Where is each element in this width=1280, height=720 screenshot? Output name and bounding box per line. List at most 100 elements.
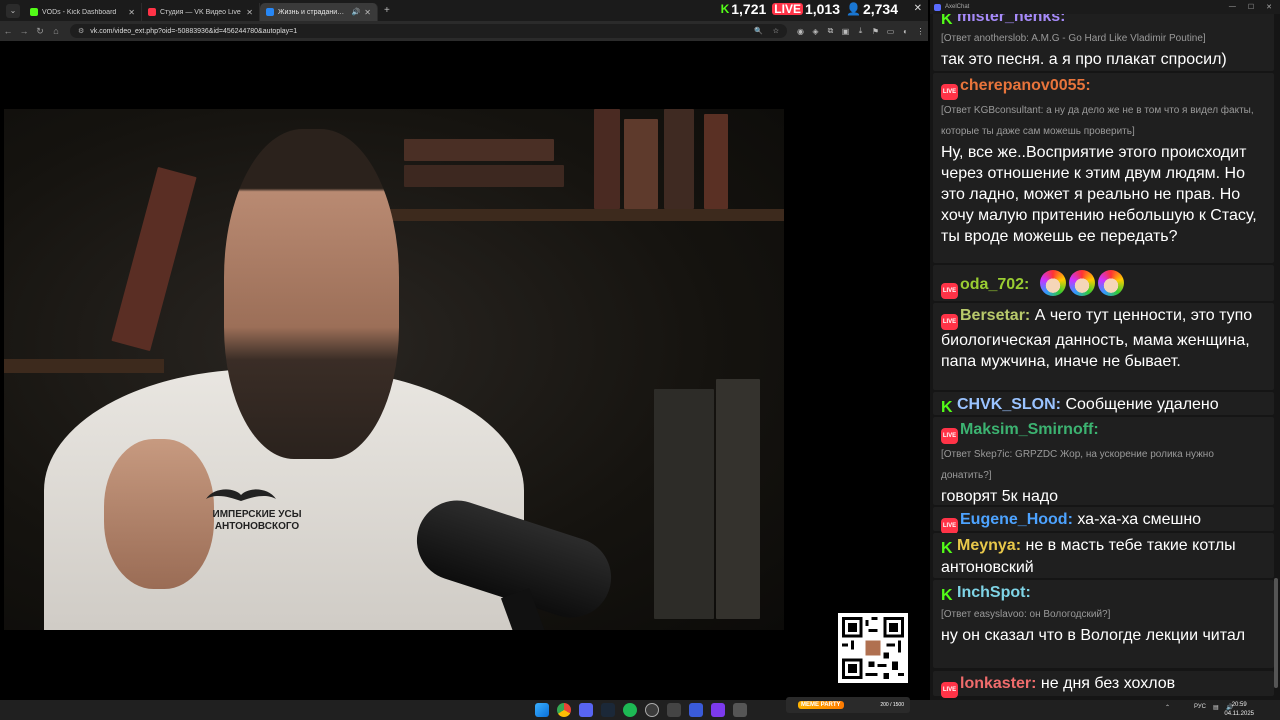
- discord-icon[interactable]: [579, 703, 593, 717]
- back-arrow-icon[interactable]: ←: [0, 26, 16, 36]
- kick-viewers-value: 1,721: [731, 0, 767, 17]
- chat-reply-quote: [Ответ Skep7ic: GRPZDC Жор, на ускорение…: [941, 449, 1214, 481]
- forward-arrow-icon[interactable]: →: [16, 26, 32, 36]
- chat-message: LIVE Maksim_Smirnoff: [Ответ Skep7ic: GRP…: [933, 417, 1274, 505]
- person-hand: [104, 439, 214, 589]
- speaker-icon[interactable]: 🔊: [352, 8, 361, 16]
- vk-viewers-value: 1,013: [804, 0, 840, 17]
- window-close-icon[interactable]: ✕: [914, 3, 922, 14]
- chat-message: LIVE cherepanov0055: [Ответ KGBconsultant…: [933, 73, 1274, 263]
- close-icon[interactable]: ✕: [1266, 3, 1272, 11]
- keyboard-language[interactable]: РУС: [1194, 704, 1206, 710]
- book: [404, 139, 554, 161]
- tab-search-button[interactable]: ⌄: [6, 3, 20, 18]
- sidebar-icon[interactable]: ▭: [883, 27, 898, 36]
- bookshelf-shelf: [384, 209, 784, 221]
- new-tab-button[interactable]: +: [384, 5, 390, 16]
- profile-icon[interactable]: ◐: [898, 27, 913, 36]
- vk-live-platform-icon: LIVE: [941, 84, 958, 100]
- address-url: vk.com/video_ext.php?oid=-50883936&id=45…: [90, 27, 298, 35]
- tab-title: Студия — VK Видео Live: [160, 8, 241, 16]
- vk-live-platform-icon: LIVE: [941, 428, 958, 444]
- chat-username: cherepanov0055:: [960, 77, 1091, 94]
- viewer-stats: K 1,721 LIVE 1,013 👤 2,734: [721, 0, 898, 17]
- user-icon: 👤: [846, 1, 861, 16]
- book: [654, 389, 714, 619]
- chat-text: Ну, все же..Восприятие этого происходит …: [941, 144, 1257, 245]
- meme-party-counter: 200 / 1500: [880, 702, 904, 708]
- axelchat-app-icon: [934, 3, 941, 11]
- chrome-icon[interactable]: [557, 703, 571, 717]
- obs-icon[interactable]: [645, 703, 659, 717]
- extensions-puzzle-icon[interactable]: ⧉: [823, 26, 838, 36]
- address-bar[interactable]: ⚙ vk.com/video_ext.php?oid=-50883936&id=…: [70, 24, 787, 38]
- chat-text: так это песня. а я про плакат спросил): [941, 51, 1227, 68]
- clown-emote-icon: [1068, 270, 1095, 296]
- menu-kebab-icon[interactable]: ⋮: [913, 27, 928, 36]
- chat-username: Maksim_Smirnoff:: [960, 421, 1099, 438]
- extension-icon[interactable]: ⚑: [868, 27, 883, 36]
- browser-toolbar: ← → ↻ ⌂ ⚙ vk.com/video_ext.php?oid=-5088…: [0, 21, 928, 41]
- extension-icon[interactable]: ◈: [808, 27, 823, 36]
- chat-message: K Meynya: не в масть тебе такие котлы ант…: [933, 533, 1274, 578]
- chat-text: ха-ха-ха смешно: [1077, 511, 1202, 528]
- bookmark-star-icon[interactable]: ☆: [773, 27, 779, 35]
- total-viewer-count: 👤 2,734: [846, 1, 898, 17]
- media-player-icon[interactable]: [689, 703, 703, 717]
- book: [111, 166, 197, 352]
- network-icon[interactable]: ▤: [1213, 704, 1219, 711]
- tab-vk-studio[interactable]: Студия — VK Видео Live ✕: [142, 3, 260, 21]
- zoom-search-icon[interactable]: 🔍: [754, 27, 763, 35]
- taskbar: ⌃ РУС ▤ 🔊 20:59 04.11.2025: [0, 700, 1280, 720]
- chat-username: Eugene_Hood:: [960, 511, 1073, 528]
- chat-reply-quote: [Ответ anotherslob: A.M.G - Go Hard Like…: [941, 33, 1206, 44]
- steam-icon[interactable]: [601, 703, 615, 717]
- kick-logo-icon: K: [720, 1, 730, 16]
- chat-message: LIVE oda_702:: [933, 265, 1274, 301]
- kick-platform-icon: K: [941, 11, 953, 28]
- system-clock[interactable]: 20:59 04.11.2025: [1224, 701, 1254, 719]
- chat-username: lonkaster:: [960, 675, 1037, 692]
- video-player[interactable]: ИМПЕРСКИЕ УСЫ АНТОНОВСКОГО: [4, 109, 784, 630]
- tab-title: VODs - Kick Dashboard: [42, 8, 117, 16]
- tray-chevron-icon[interactable]: ⌃: [1165, 704, 1170, 711]
- browser-window: ⌄ VODs - Kick Dashboard ✕ Студия — VK Ви…: [0, 0, 928, 700]
- start-windows-icon[interactable]: [535, 703, 549, 717]
- maximize-icon[interactable]: ☐: [1248, 3, 1254, 11]
- tab-close-icon[interactable]: ✕: [246, 8, 253, 17]
- page-viewport: ИМПЕРСКИЕ УСЫ АНТОНОВСКОГО: [0, 41, 928, 700]
- minimize-icon[interactable]: —: [1229, 3, 1236, 11]
- meme-party-label: MEME PARTY: [798, 701, 844, 709]
- meme-party-widget: MEME PARTY 200 / 1500: [786, 697, 910, 713]
- kick-favicon-icon: [30, 8, 38, 16]
- vk-live-icon: LIVE: [772, 1, 803, 16]
- app-icon[interactable]: [711, 703, 725, 717]
- chat-text: говорят 5к надо: [941, 488, 1059, 505]
- tab-video-active[interactable]: Жизнь и страдания Роман... 🔊 ✕: [260, 3, 378, 21]
- app-icon[interactable]: [733, 703, 747, 717]
- vk-viewer-count: LIVE 1,013: [772, 1, 840, 17]
- download-icon[interactable]: ⤓: [853, 26, 868, 36]
- home-icon[interactable]: ⌂: [48, 26, 64, 36]
- reload-icon[interactable]: ↻: [32, 26, 48, 37]
- spotify-icon[interactable]: [623, 703, 637, 717]
- chat-window-title: AxelChat: [945, 4, 970, 10]
- kick-platform-icon: K: [941, 399, 953, 416]
- chat-message-list[interactable]: Kmister_henks: [Ответ anotherslob: A.M.G…: [930, 0, 1274, 700]
- chat-message: K CHVK_SLON: Сообщение удалено: [933, 392, 1274, 416]
- vk-favicon-icon: [266, 8, 274, 16]
- kick-platform-icon: K: [941, 587, 953, 604]
- tab-close-icon[interactable]: ✕: [364, 8, 371, 17]
- chat-message: LIVE lonkaster: не дня без хохлов: [933, 671, 1274, 698]
- book: [594, 109, 620, 209]
- kick-platform-icon: K: [941, 540, 953, 557]
- tab-close-icon[interactable]: ✕: [128, 8, 135, 17]
- chat-reply-quote: [Ответ KGBconsultant: а ну да дело же не…: [941, 105, 1254, 137]
- app-icon[interactable]: [667, 703, 681, 717]
- tab-title: Жизнь и страдания Роман...: [278, 8, 348, 16]
- chat-scrollbar[interactable]: [1274, 578, 1278, 688]
- extension-icon[interactable]: ◉: [793, 27, 808, 36]
- site-info-icon[interactable]: ⚙: [78, 27, 84, 35]
- tab-kick-dashboard[interactable]: VODs - Kick Dashboard ✕: [24, 3, 142, 21]
- screenshot-icon[interactable]: ▣: [838, 27, 853, 36]
